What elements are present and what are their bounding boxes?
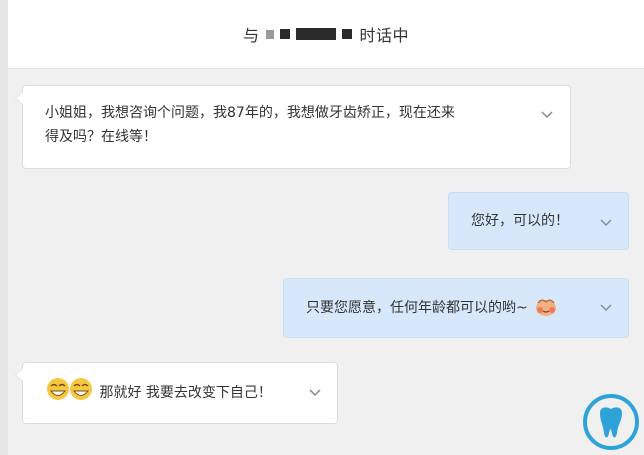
message-text-line: 小姐姐，我想咨询个问题，我87年的，我想做牙齿矫正，现在还来 [45, 105, 455, 121]
redacted-name-part [295, 28, 336, 40]
chevron-down-icon[interactable] [600, 301, 612, 313]
chevron-down-icon[interactable] [309, 386, 321, 398]
message-text-line: 得及吗？在线等！ [45, 129, 157, 145]
message-text: 您好，可以的！ [471, 213, 569, 229]
tooth-logo-icon [583, 394, 639, 450]
chevron-down-icon[interactable] [541, 108, 553, 120]
chat-header: 与 时话中 [8, 0, 644, 69]
message-text: 只要您愿意，任何年龄都可以的哟~ [306, 300, 528, 316]
blushing-face-icon [536, 299, 557, 316]
redacted-name-part [265, 29, 274, 39]
header-title-suffix: 时话中 [359, 26, 410, 45]
message-bubble-outgoing[interactable]: 只要您愿意，任何年龄都可以的哟~ [283, 278, 629, 338]
message-bubble-outgoing[interactable]: 您好，可以的！ [448, 192, 629, 250]
redacted-name-part [341, 29, 352, 39]
chevron-down-icon[interactable] [600, 216, 612, 228]
header-title-prefix: 与 [242, 26, 260, 45]
message-bubble-incoming[interactable]: 那就好 我要去改变下自己！ [15, 362, 338, 424]
side-frame [0, 0, 8, 455]
laughing-faces-icon [47, 378, 92, 400]
redacted-name-part [279, 29, 290, 39]
message-bubble-incoming[interactable]: 小姐姐，我想咨询个问题，我87年的，我想做牙齿矫正，现在还来 得及吗？在线等！ [15, 85, 571, 169]
message-text: 那就好 我要去改变下自己！ [99, 385, 272, 401]
